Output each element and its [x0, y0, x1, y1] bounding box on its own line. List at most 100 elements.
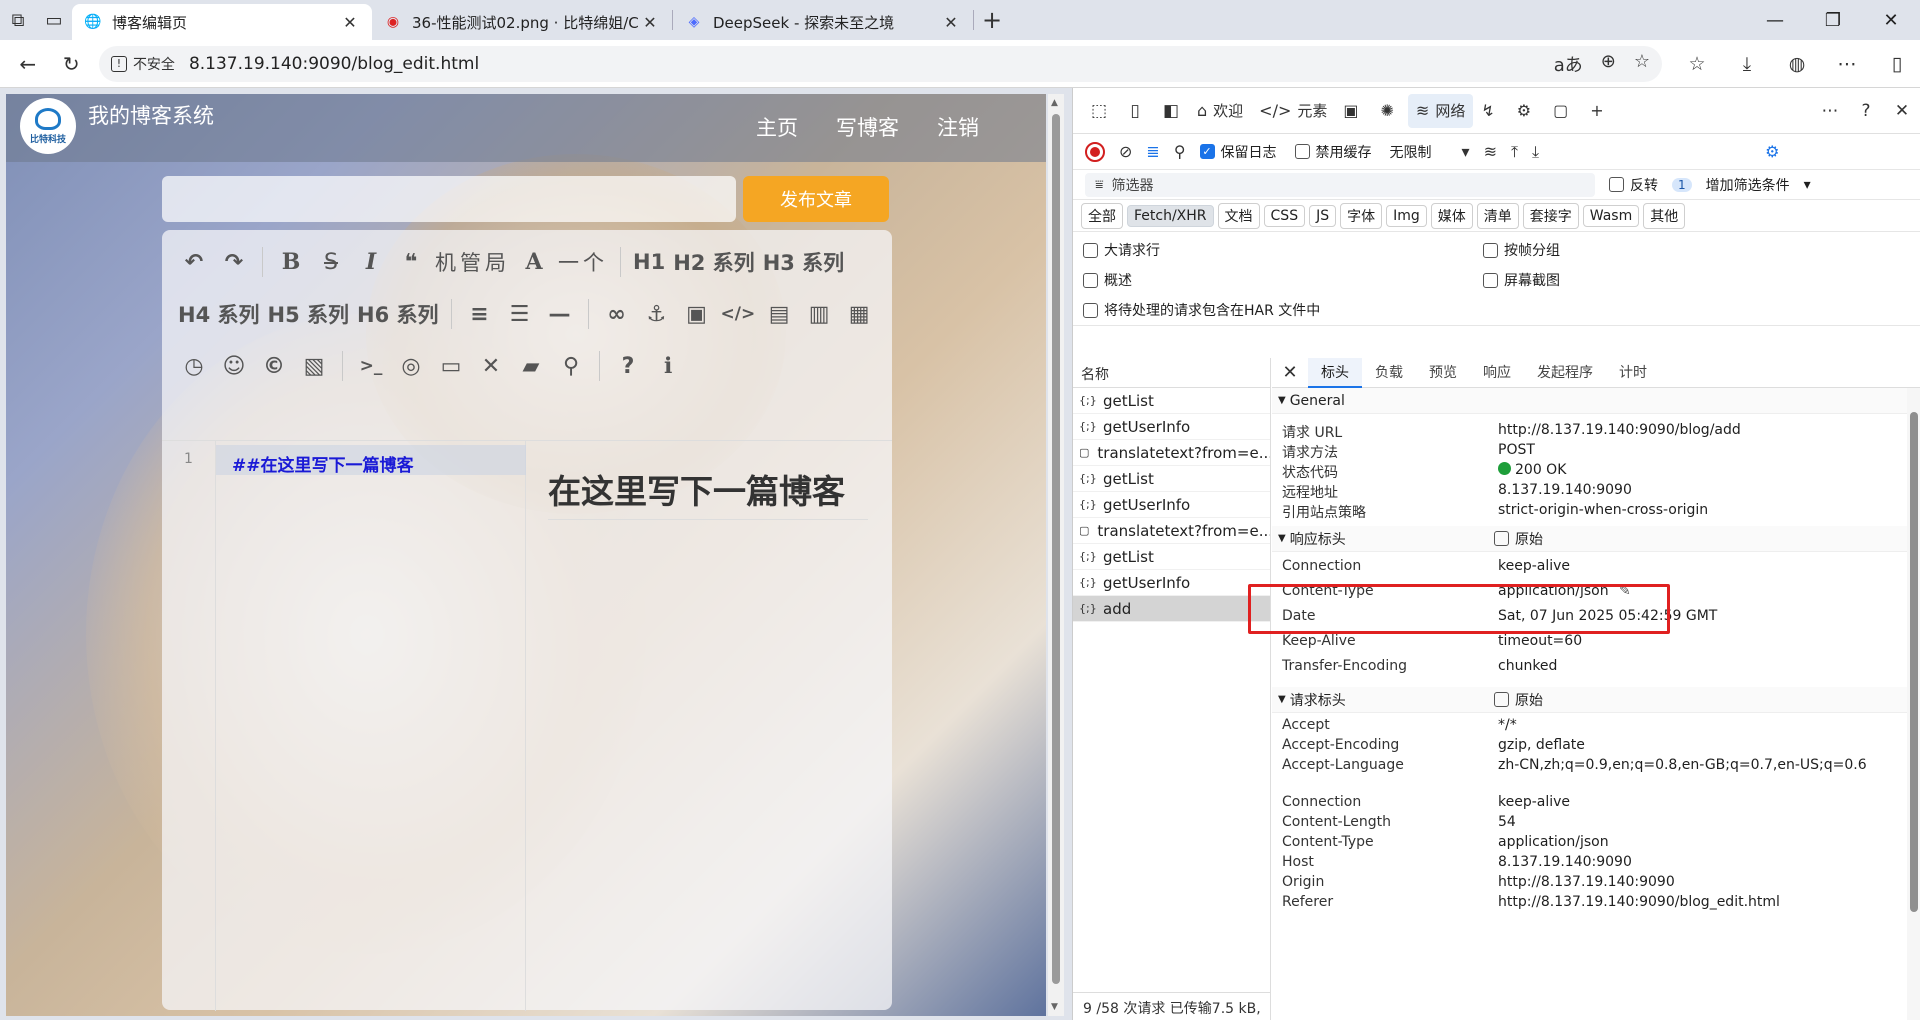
restore-icon[interactable]: ❐: [1804, 0, 1862, 40]
ordered-list-icon[interactable]: ☰: [500, 288, 540, 340]
anchor-icon[interactable]: ⚓: [637, 288, 677, 340]
publish-button[interactable]: 发布文章: [743, 176, 889, 222]
type-filter-socket[interactable]: 套接字: [1522, 202, 1579, 229]
request-row-selected[interactable]: {;} add: [1073, 596, 1270, 622]
blog-title-input[interactable]: [162, 176, 736, 222]
help-icon[interactable]: ?: [608, 340, 648, 392]
clear-icon[interactable]: ▰: [511, 340, 551, 392]
tab-performance[interactable]: ↯: [1473, 94, 1508, 128]
tab-response[interactable]: 响应: [1470, 358, 1524, 388]
preview-icon[interactable]: ▭: [431, 340, 471, 392]
request-row[interactable]: {;} getList: [1073, 388, 1270, 414]
h1-button[interactable]: H1: [629, 236, 669, 288]
type-filter-wasm[interactable]: Wasm: [1582, 204, 1640, 227]
more-filters-button[interactable]: 增加筛选条件: [1706, 175, 1790, 195]
tab-sources[interactable]: ✺: [1373, 94, 1408, 128]
zoom-icon[interactable]: ⊕: [1601, 51, 1616, 77]
bold-button[interactable]: B: [271, 236, 311, 288]
refresh-icon[interactable]: ↻: [49, 44, 92, 84]
close-window-icon[interactable]: ✕: [1862, 0, 1920, 40]
horizontal-rule-icon[interactable]: —: [540, 288, 580, 340]
favorite-star-icon[interactable]: ☆: [1634, 51, 1650, 77]
detail-scrollbar[interactable]: [1907, 388, 1920, 1020]
image-icon[interactable]: ▣: [677, 288, 717, 340]
tab-console[interactable]: ▣: [1335, 94, 1372, 128]
request-row[interactable]: {;} getUserInfo: [1073, 414, 1270, 440]
type-filter-doc[interactable]: 文档: [1217, 202, 1260, 229]
browser-tab[interactable]: 🌐 博客编辑页 ✕: [72, 4, 372, 40]
scrollbar-thumb[interactable]: [1910, 412, 1918, 912]
inspect-icon[interactable]: ⬚: [1081, 94, 1117, 128]
url-text[interactable]: 8.137.19.140:9090/blog_edit.html: [189, 54, 1554, 74]
info-icon[interactable]: ℹ: [648, 340, 688, 392]
disable-cache-checkbox[interactable]: [1294, 144, 1310, 159]
tab-preview[interactable]: 预览: [1416, 358, 1470, 388]
filter-input[interactable]: ⩸ 筛选器: [1085, 172, 1595, 197]
nav-write-link[interactable]: 写博客: [836, 112, 899, 142]
type-filter-fetch-xhr[interactable]: Fetch/XHR: [1127, 204, 1214, 227]
more-icon[interactable]: ⋯: [1824, 53, 1870, 75]
h2-button[interactable]: H2 系列: [669, 236, 759, 288]
screenshots-option[interactable]: 屏幕截图: [1483, 270, 1560, 290]
screenshots-checkbox[interactable]: [1483, 272, 1498, 288]
markdown-line[interactable]: ##在这里写下一篇博客: [216, 445, 526, 476]
type-filter-js[interactable]: JS: [1309, 204, 1337, 227]
h3-button[interactable]: H3 系列: [759, 236, 849, 288]
redo-icon[interactable]: ↷: [214, 236, 254, 288]
tab-initiator[interactable]: 发起程序: [1524, 358, 1606, 388]
h5-button[interactable]: H5 系列: [264, 288, 354, 340]
chevron-down-icon[interactable]: ▾: [1804, 177, 1811, 193]
code-file-icon[interactable]: ▥: [799, 288, 839, 340]
minimize-icon[interactable]: —: [1746, 0, 1804, 40]
dock-icon[interactable]: ◧: [1153, 94, 1189, 128]
throttling-select[interactable]: 无限制: [1390, 142, 1432, 162]
type-filter-other[interactable]: 其他: [1643, 202, 1686, 229]
request-headers-section-header[interactable]: ▼ 请求标头 原始: [1272, 687, 1920, 713]
vertical-tabs-icon[interactable]: ▭: [36, 2, 72, 38]
security-warning[interactable]: ! 不安全: [110, 54, 175, 74]
url-box[interactable]: ! 不安全 8.137.19.140:9090/blog_edit.html a…: [98, 45, 1662, 82]
datetime-icon[interactable]: ◷: [174, 340, 214, 392]
back-icon[interactable]: ←: [6, 44, 49, 84]
invert-checkbox[interactable]: [1609, 177, 1624, 192]
new-tab-button[interactable]: +: [974, 6, 1010, 34]
request-row[interactable]: ▢ translatetext?from=e...: [1073, 440, 1270, 466]
pagebreak-icon[interactable]: ▧: [294, 340, 334, 392]
favorites-icon[interactable]: ☆: [1674, 53, 1720, 75]
name-column-header[interactable]: 名称: [1073, 358, 1270, 388]
chevron-down-icon[interactable]: ▾: [1462, 142, 1470, 161]
scrollbar-thumb[interactable]: [1052, 114, 1060, 984]
terminal-icon[interactable]: >_: [351, 340, 391, 392]
type-filter-manifest[interactable]: 清单: [1476, 202, 1519, 229]
type-filter-css[interactable]: CSS: [1263, 204, 1306, 227]
request-row[interactable]: {;} getUserInfo: [1073, 570, 1270, 596]
italic-button[interactable]: I: [351, 236, 391, 288]
code-icon[interactable]: </>: [717, 288, 760, 340]
browser-tab[interactable]: ◉ 36-性能测试02.png · 比特绵姐/C++... ✕: [372, 4, 672, 40]
fullscreen-icon[interactable]: ✕: [471, 340, 511, 392]
large-rows-checkbox[interactable]: [1083, 242, 1098, 258]
request-row[interactable]: {;} getList: [1073, 466, 1270, 492]
large-rows-option[interactable]: 大请求行: [1083, 240, 1160, 260]
tab-welcome[interactable]: ⌂ 欢迎: [1189, 94, 1251, 128]
tab-headers[interactable]: 标头: [1308, 358, 1362, 388]
jiguanju-button[interactable]: 机管局: [431, 236, 514, 288]
overview-option[interactable]: 概述: [1083, 270, 1132, 290]
tab-payload[interactable]: 负载: [1362, 358, 1416, 388]
font-case-button[interactable]: A: [514, 236, 554, 288]
close-icon[interactable]: ✕: [340, 13, 360, 32]
response-headers-section-header[interactable]: ▼ 响应标头 原始: [1272, 526, 1920, 552]
nav-home-link[interactable]: 主页: [756, 112, 798, 142]
raw-toggle[interactable]: 原始: [1494, 529, 1543, 549]
tab-settings-gear[interactable]: ⚙: [1509, 94, 1545, 128]
overview-checkbox[interactable]: [1083, 272, 1098, 288]
close-icon[interactable]: ✕: [1884, 94, 1920, 128]
raw-checkbox[interactable]: [1494, 692, 1509, 707]
more-tabs-button[interactable]: +: [1582, 94, 1617, 128]
unordered-list-icon[interactable]: ≡: [460, 288, 500, 340]
network-conditions-icon[interactable]: ≋: [1484, 142, 1497, 161]
type-filter-font[interactable]: 字体: [1340, 202, 1383, 229]
page-scrollbar[interactable]: ▲ ▼: [1048, 94, 1064, 1016]
download-icon[interactable]: ⤓: [1532, 142, 1539, 162]
tab-timing[interactable]: 计时: [1606, 358, 1660, 388]
